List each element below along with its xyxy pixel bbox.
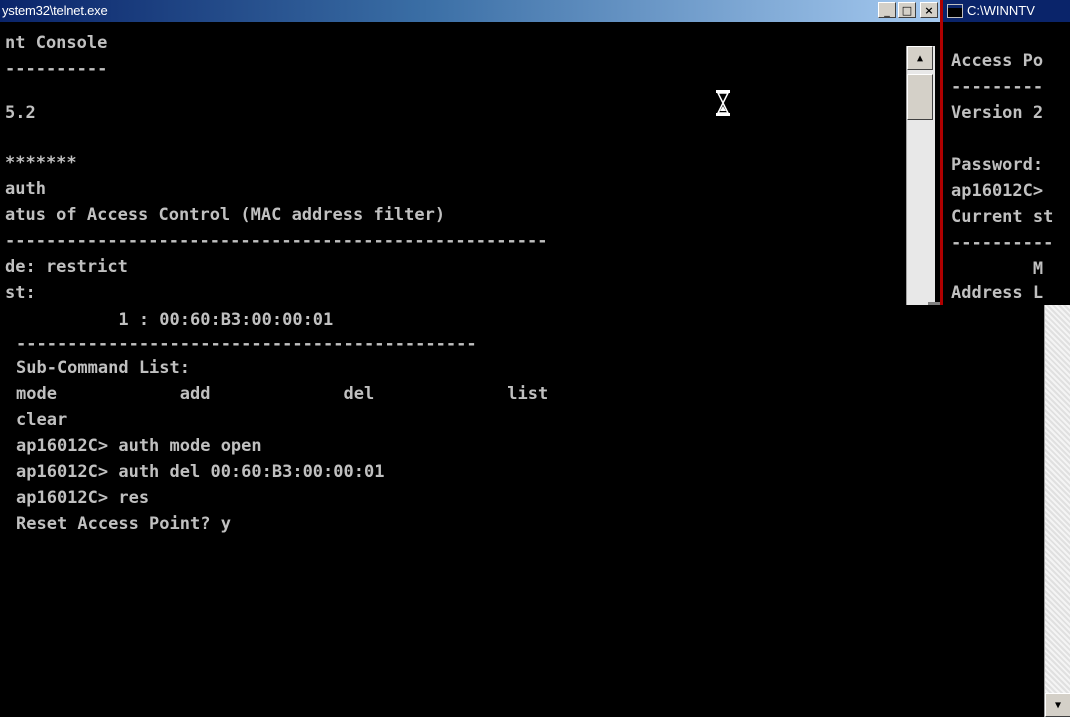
cmd-console-output[interactable]: Access Po --------- Version 2 Password: … [943,22,1070,305]
console-line: 5.2 [5,103,36,123]
console-line: Password: [951,155,1044,175]
console-line: st: [5,283,36,303]
console-line: ap16012C> [951,181,1044,201]
console-line: ---------- [5,59,108,79]
console-line: de: restrict [5,257,128,277]
console-line: ap16012C> auth mode open [16,436,262,456]
lower-console-output[interactable]: 1 : 00:60:B3:00:00:01 ------------------… [0,305,1044,717]
close-button[interactable]: × [920,2,938,18]
console-line: mode add del list [16,384,549,404]
maximize-button[interactable]: □ [898,2,916,18]
console-line: ---------- [951,233,1054,253]
resize-grip-icon[interactable] [928,296,940,305]
console-line: atus of Access Control (MAC address filt… [5,205,446,225]
console-line: ap16012C> auth del 00:60:B3:00:00:01 [16,462,385,482]
minimize-button[interactable]: _ [878,2,896,18]
cmd-icon [947,4,963,18]
telnet-window-title: ystem32\telnet.exe [2,3,108,18]
telnet-console-output[interactable]: nt Console ---------- 5.2 ******* auth a… [0,22,906,305]
console-line: clear [16,410,68,430]
console-line: Address L [951,283,1044,303]
console-line: Current st [951,207,1054,227]
scroll-up-icon[interactable]: ▲ [907,46,933,70]
console-line: nt Console [5,33,108,53]
console-line: auth [5,179,46,199]
telnet-scrollbar[interactable]: ▲ [906,46,935,305]
console-line: ----------------------------------------… [5,231,548,251]
hourglass-icon [716,90,730,116]
cmd-titlebar[interactable]: C:\WINNTV [943,0,1070,22]
console-line: Sub-Command List: [16,358,190,378]
console-line: Version 2 [951,103,1044,123]
console-line: 1 : 00:60:B3:00:00:01 [16,310,334,330]
scrollbar-thumb[interactable] [907,74,933,120]
console-line: --------- [951,77,1044,97]
console-line: ******* [5,153,77,173]
cmd-window-title: C:\WINNTV [967,3,1035,18]
console-line: ap16012C> res [16,488,150,508]
console-line: Access Po [951,51,1044,71]
cmd-window: C:\WINNTV Access Po --------- Version 2 … [940,0,1070,305]
telnet-titlebar[interactable]: ystem32\telnet.exe _ □ × [0,0,940,22]
window-controls: _ □ × [878,2,938,18]
scroll-down-icon[interactable]: ▼ [1045,693,1070,717]
telnet-window: ystem32\telnet.exe _ □ × nt Console ----… [0,0,940,306]
console-line: M [951,259,1044,279]
console-line: Reset Access Point? y [16,514,231,534]
lower-scrollbar[interactable]: ▼ [1044,305,1070,717]
console-line: ----------------------------------------… [16,334,477,354]
